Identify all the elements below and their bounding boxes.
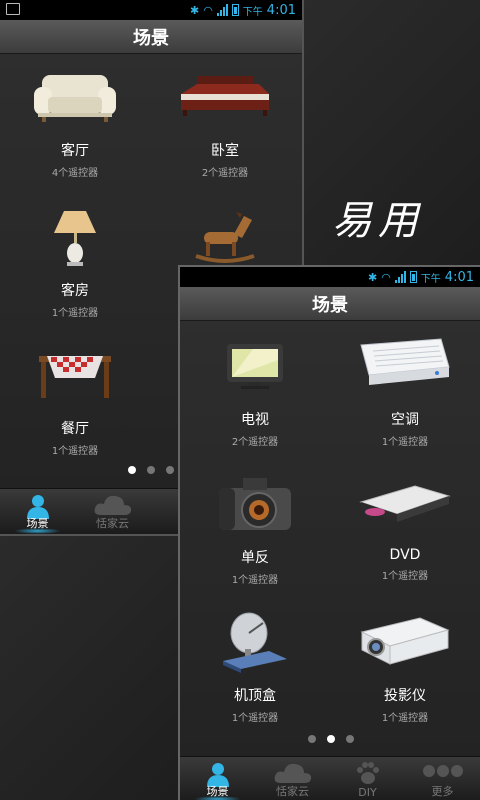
paw-icon <box>356 762 379 784</box>
camera-icon <box>219 478 291 530</box>
page-dot[interactable] <box>308 735 316 743</box>
device-item-tv[interactable]: 电视 2个遥控器 <box>180 331 330 448</box>
dvd-player-icon <box>359 485 451 522</box>
remote-count: 1个遥控器 <box>231 575 279 586</box>
tab-label: 场景 <box>206 785 229 798</box>
tab-more[interactable]: 更多 <box>405 757 480 800</box>
remote-count: 1个遥控器 <box>381 713 429 724</box>
page-title: 场景 <box>0 20 302 54</box>
remote-count: 1个遥控器 <box>51 308 99 319</box>
tv-icon <box>227 344 283 389</box>
status-bar: ✱ ◠ 下午 4:01 <box>0 0 302 20</box>
status-ampm: 下午 <box>420 273 441 285</box>
wifi-icon: ◠ <box>203 3 213 17</box>
scene-name: 餐厅 <box>61 421 89 437</box>
page-dot[interactable] <box>346 735 354 743</box>
slogan-text: 易用 <box>332 198 424 244</box>
device-item-air-conditioner[interactable]: 空调 1个遥控器 <box>330 331 480 448</box>
lamp-icon <box>54 211 96 266</box>
tab-cloud[interactable]: 恬家云 <box>255 757 330 800</box>
remote-count: 1个遥控器 <box>381 571 429 582</box>
page-dot[interactable] <box>166 466 174 474</box>
status-time: 4:01 <box>266 2 296 18</box>
sofa-icon <box>34 75 116 122</box>
scene-name: 客厅 <box>61 143 89 159</box>
tab-label: 恬家云 <box>276 785 309 798</box>
page-indicator <box>308 735 354 743</box>
device-item-set-top-box[interactable]: 机顶盒 1个遥控器 <box>180 607 330 724</box>
battery-icon <box>231 4 239 16</box>
remote-count: 1个遥控器 <box>381 437 429 448</box>
tab-diy[interactable]: DIY <box>330 757 405 800</box>
rocking-horse-icon <box>195 212 255 263</box>
wifi-icon: ◠ <box>381 270 391 284</box>
device-name: 机顶盒 <box>234 688 276 704</box>
bluetooth-icon: ✱ <box>189 3 200 17</box>
device-name: 电视 <box>241 412 269 428</box>
remote-count: 1个遥控器 <box>231 713 279 724</box>
remote-count: 2个遥控器 <box>201 168 249 179</box>
background-panel <box>0 534 178 800</box>
scene-item-kids-room[interactable] <box>150 202 300 272</box>
tab-label: DIY <box>358 786 377 799</box>
page-dot[interactable] <box>128 466 136 474</box>
bottom-tab-bar: 场景 恬家云 DIY 更多 <box>180 756 480 800</box>
satellite-dish-icon <box>223 612 287 673</box>
scene-item-living-room[interactable]: 客厅 4个遥控器 <box>0 62 150 179</box>
bluetooth-icon: ✱ <box>367 270 378 284</box>
remote-count: 1个遥控器 <box>51 446 99 457</box>
tab-scenes[interactable]: 场景 <box>180 757 255 800</box>
tab-scenes[interactable]: 场景 <box>0 489 75 534</box>
scene-item-dining-room[interactable]: 餐厅 1个遥控器 <box>0 340 150 457</box>
projector-icon <box>360 617 450 665</box>
tab-label: 恬家云 <box>96 517 129 530</box>
screenshot-scenes-page-2: ✱ ◠ 下午 4:01 场景 电视 2个遥控器 空调 1个遥控器 单反 1个遥控… <box>178 265 480 800</box>
page-title: 场景 <box>180 287 480 321</box>
bed-icon <box>181 76 269 116</box>
scene-name: 客房 <box>61 283 89 299</box>
signal-icon <box>394 271 406 283</box>
more-dots-icon <box>422 765 463 777</box>
device-item-dvd[interactable]: DVD 1个遥控器 <box>330 469 480 582</box>
device-item-dslr[interactable]: 单反 1个遥控器 <box>180 469 330 586</box>
remote-count: 4个遥控器 <box>51 168 99 179</box>
signal-icon <box>216 4 228 16</box>
air-conditioner-icon <box>360 338 450 385</box>
tab-label: 更多 <box>431 785 454 798</box>
scene-item-guest-room[interactable]: 客房 1个遥控器 <box>0 202 150 319</box>
scene-name: 卧室 <box>211 143 239 159</box>
device-name: DVD <box>389 547 421 563</box>
cloud-icon <box>94 495 131 515</box>
tab-cloud[interactable]: 恬家云 <box>75 489 150 534</box>
page-indicator <box>128 466 174 474</box>
gallery-notification-icon <box>6 3 20 15</box>
scene-item-bedroom[interactable]: 卧室 2个遥控器 <box>150 62 300 179</box>
page-dot[interactable] <box>327 735 335 743</box>
tab-label: 场景 <box>26 517 49 530</box>
device-name: 单反 <box>241 550 269 566</box>
page-dot[interactable] <box>147 466 155 474</box>
dining-table-icon <box>39 356 111 398</box>
status-bar: ✱ ◠ 下午 4:01 <box>180 267 480 287</box>
device-name: 投影仪 <box>384 688 426 704</box>
device-item-projector[interactable]: 投影仪 1个遥控器 <box>330 607 480 724</box>
device-name: 空调 <box>391 412 419 428</box>
remote-count: 2个遥控器 <box>231 437 279 448</box>
battery-icon <box>409 271 417 283</box>
cloud-icon <box>274 763 311 783</box>
status-ampm: 下午 <box>242 6 263 18</box>
status-time: 4:01 <box>444 269 474 285</box>
